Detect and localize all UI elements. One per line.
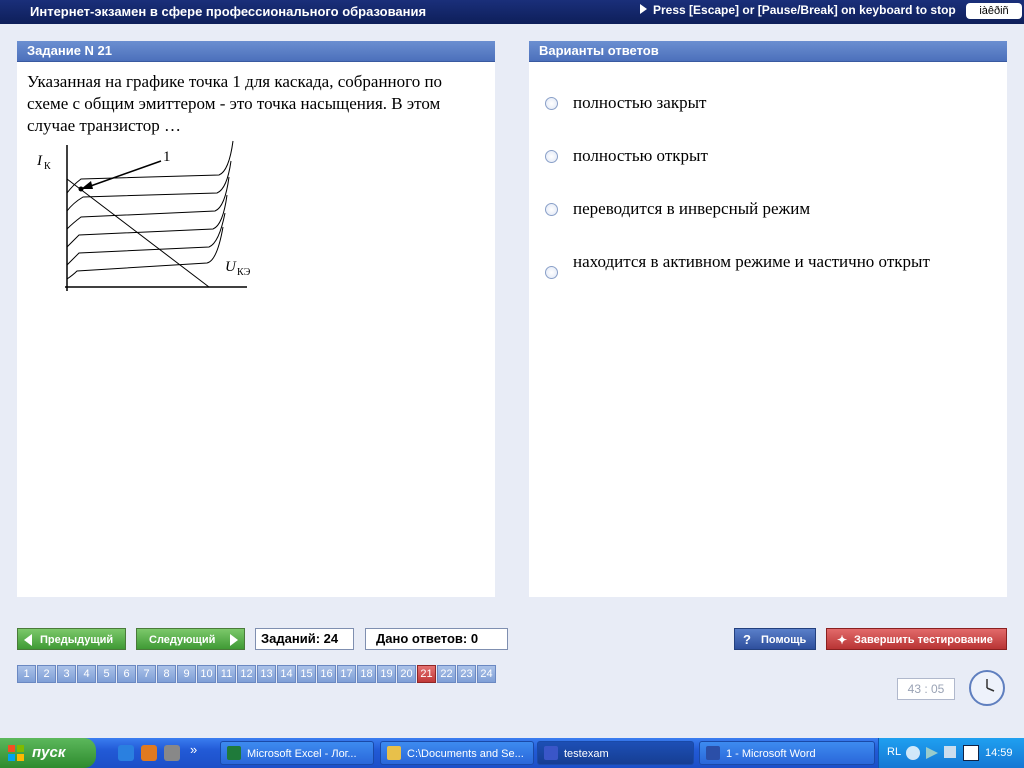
page-button-7[interactable]: 7: [137, 665, 156, 683]
page-button-14[interactable]: 14: [277, 665, 296, 683]
arrow-left-icon: [24, 634, 32, 646]
curve: [66, 194, 228, 248]
page-button-6[interactable]: 6: [117, 665, 136, 683]
page-button-24[interactable]: 24: [477, 665, 496, 683]
network-icon[interactable]: [944, 746, 956, 758]
pointer-line: [84, 160, 162, 189]
page-button-12[interactable]: 12: [237, 665, 256, 683]
clock-time: 14:59: [985, 747, 1013, 759]
page-button-18[interactable]: 18: [357, 665, 376, 683]
y-axis-sub: К: [44, 161, 51, 172]
ie-icon[interactable]: [118, 745, 134, 761]
window-title: Интернет-экзамен в сфере профессионально…: [30, 4, 427, 19]
folder-icon: [387, 746, 401, 760]
quicklaunch-icon[interactable]: [164, 745, 180, 761]
taskbar-item-label: testexam: [564, 748, 609, 760]
play-icon[interactable]: [926, 747, 938, 759]
taskbar-item-label: Microsoft Excel - Лог...: [247, 748, 357, 760]
taskbar-item-label: C:\Documents and Se...: [407, 748, 524, 760]
word-icon: [706, 746, 720, 760]
next-label: Следующий: [149, 634, 216, 646]
page-button-13[interactable]: 13: [257, 665, 276, 683]
finish-test-button[interactable]: ✦ Завершить тестирование: [826, 628, 1007, 650]
page-button-9[interactable]: 9: [177, 665, 196, 683]
next-button[interactable]: Следующий: [136, 628, 245, 650]
answer-label[interactable]: полностью открыт: [573, 146, 708, 166]
media-player-icon[interactable]: [141, 745, 157, 761]
finish-label: Завершить тестирование: [854, 634, 993, 646]
output-curves: [66, 140, 234, 280]
arrow-right-icon: [230, 634, 238, 646]
question-panel: Задание N 21 Указанная на графике точка …: [17, 41, 495, 597]
answer-label[interactable]: полностью закрыт: [573, 93, 706, 113]
answer-label[interactable]: переводится в инверсный режим: [573, 199, 810, 219]
page-button-11[interactable]: 11: [217, 665, 236, 683]
quicklaunch-chevron[interactable]: »: [190, 742, 197, 757]
help-button[interactable]: ? Помощь: [734, 628, 816, 650]
excel-icon: [227, 746, 241, 760]
start-button[interactable]: пуск: [0, 738, 96, 768]
point-label: 1: [163, 149, 171, 165]
answered-count-box: Дано ответов: 0: [365, 628, 508, 650]
page-button-5[interactable]: 5: [97, 665, 116, 683]
taskbar-item-3[interactable]: testexam: [537, 741, 694, 765]
transistor-characteristics-graph: 1 I К U КЭ: [37, 140, 251, 291]
total-tasks-box: Заданий: 24: [255, 628, 354, 650]
tray-expand-icon[interactable]: [906, 746, 920, 760]
taskbar-item-2[interactable]: C:\Documents and Se...: [380, 741, 534, 765]
x-axis-sub: КЭ: [237, 267, 251, 278]
taskbar: пуск » Microsoft Excel - Лог... C:\Docume…: [0, 738, 1024, 768]
taskbar-item-1[interactable]: Microsoft Excel - Лог...: [220, 741, 374, 765]
windows-logo-icon: [8, 745, 24, 761]
page-button-2[interactable]: 2: [37, 665, 56, 683]
start-label: пуск: [32, 744, 66, 761]
clock-icon: [969, 670, 1005, 706]
x-axis-label: U: [225, 259, 237, 275]
page-button-17[interactable]: 17: [337, 665, 356, 683]
answers-header: Варианты ответов: [529, 41, 1007, 62]
page-button-15[interactable]: 15: [297, 665, 316, 683]
taskbar-item-label: 1 - Microsoft Word: [726, 748, 816, 760]
page-button-8[interactable]: 8: [157, 665, 176, 683]
question-text: Указанная на графике точка 1 для каскада…: [27, 72, 443, 135]
page-button-1[interactable]: 1: [17, 665, 36, 683]
timer-display: 43 : 05: [897, 678, 955, 700]
stop-hint: Press [Escape] or [Pause/Break] on keybo…: [640, 3, 956, 17]
radio-button[interactable]: [545, 203, 558, 216]
help-icon: ?: [743, 632, 751, 647]
system-tray: RL 14:59: [878, 738, 1024, 768]
stop-hint-text: Press [Escape] or [Pause/Break] on keybo…: [653, 3, 956, 17]
taskbar-item-4[interactable]: 1 - Microsoft Word: [699, 741, 875, 765]
answers-panel: Варианты ответов полностью закрыт полнос…: [529, 41, 1007, 597]
media-icon[interactable]: [963, 745, 979, 761]
page-button-19[interactable]: 19: [377, 665, 396, 683]
help-label: Помощь: [761, 634, 807, 646]
page-button-16[interactable]: 16: [317, 665, 336, 683]
page-button-4[interactable]: 4: [77, 665, 96, 683]
radio-button[interactable]: [545, 266, 558, 279]
play-icon: [640, 4, 647, 14]
question-header: Задание N 21: [17, 41, 495, 62]
radio-button[interactable]: [545, 150, 558, 163]
page-button-20[interactable]: 20: [397, 665, 416, 683]
app-icon: [544, 746, 558, 760]
page-button-22[interactable]: 22: [437, 665, 456, 683]
page-button-10[interactable]: 10: [197, 665, 216, 683]
runner-icon: ✦: [837, 633, 848, 647]
answer-label[interactable]: находится в активном режиме и частично о…: [573, 252, 930, 272]
clock-face: [986, 679, 995, 692]
language-indicator[interactable]: RL: [887, 746, 901, 758]
page-button-21[interactable]: 21: [417, 665, 436, 683]
y-axis-label: I: [37, 153, 43, 169]
language-box[interactable]: iàêðiñ: [966, 3, 1022, 19]
radio-button[interactable]: [545, 97, 558, 110]
title-bar: Интернет-экзамен в сфере профессионально…: [0, 0, 1024, 24]
previous-button[interactable]: Предыдущий: [17, 628, 126, 650]
pointer-arrowhead: [81, 181, 93, 189]
page-button-3[interactable]: 3: [57, 665, 76, 683]
previous-label: Предыдущий: [40, 634, 114, 646]
page-button-23[interactable]: 23: [457, 665, 476, 683]
